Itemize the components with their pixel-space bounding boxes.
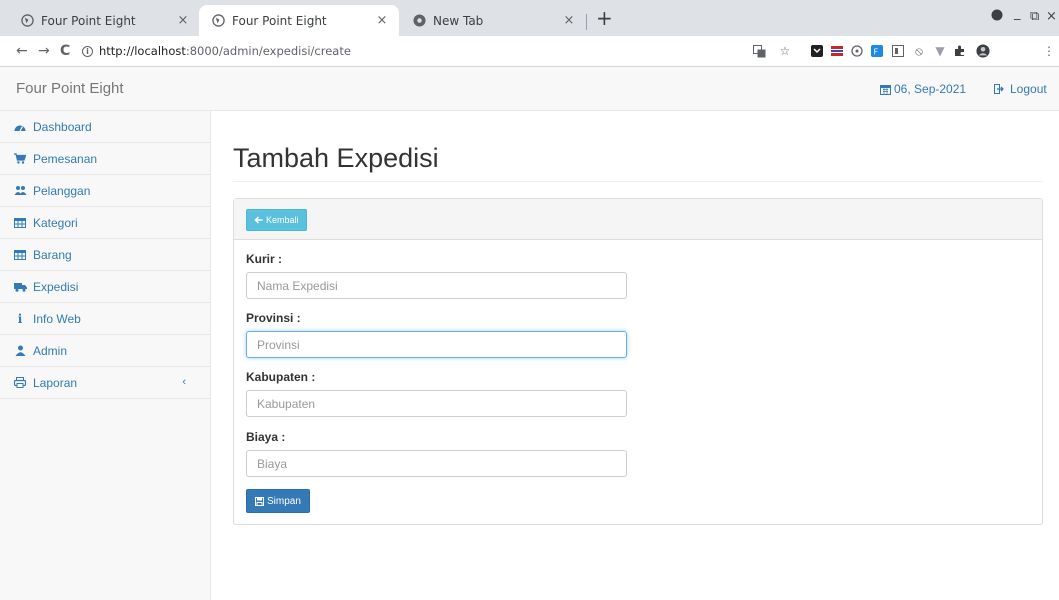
cost-label: Biaya : [246, 430, 286, 444]
calendar-icon [880, 84, 891, 95]
sidebar-item-admin[interactable]: Admin [0, 335, 210, 367]
sidebar-item-label: Pelanggan [33, 183, 91, 198]
close-window-button[interactable]: × [1046, 9, 1057, 24]
page-title: Tambah Expedisi [233, 143, 439, 173]
dashboard-icon [13, 122, 27, 132]
floppy-disk-icon [255, 496, 264, 506]
globe-icon [211, 14, 225, 28]
puzzle-extensions-icon[interactable] [953, 44, 967, 58]
arrow-left-icon [254, 216, 263, 224]
profile-icon[interactable] [991, 9, 1003, 25]
sidebar-item-label: Kategori [33, 215, 78, 230]
extension-icon[interactable] [850, 44, 864, 58]
menu-kebab-icon[interactable]: ⋮ [1042, 44, 1056, 58]
extension-icon[interactable]: F [870, 44, 884, 58]
province-input[interactable] [246, 331, 627, 358]
bookmark-star-icon[interactable]: ☆ [778, 44, 792, 58]
user-icon [13, 345, 27, 356]
sidebar-item-info-web[interactable]: i Info Web [0, 303, 210, 335]
main-content: Tambah Expedisi Kembali Kurir : Provinsi… [211, 111, 1059, 600]
table-icon [13, 249, 27, 260]
truck-icon [13, 282, 27, 292]
vue-devtools-icon[interactable]: ▼ [933, 44, 947, 58]
logout-link[interactable]: Logout [994, 82, 1047, 96]
sign-out-icon [994, 84, 1005, 94]
browser-tab-strip: Four Point Eight × Four Point Eight × Ne… [0, 0, 1059, 36]
regency-input[interactable] [246, 390, 627, 417]
print-icon [13, 377, 27, 388]
pocket-extension-icon[interactable] [810, 44, 824, 58]
sidebar-item-kategori[interactable]: Kategori [0, 207, 210, 239]
users-icon [13, 185, 27, 196]
sidebar-item-expedisi[interactable]: Expedisi [0, 271, 210, 303]
url-host: http://localhost [99, 44, 186, 58]
date-display: 06, Sep-2021 [880, 82, 966, 96]
back-button[interactable]: ← [16, 43, 28, 59]
site-info-icon[interactable]: i [82, 45, 93, 57]
back-button-label: Kembali [266, 215, 299, 225]
extension-icon[interactable] [830, 44, 844, 58]
chevron-left-icon[interactable]: ‹ [182, 376, 186, 388]
back-button[interactable]: Kembali [246, 209, 307, 231]
forward-button[interactable]: → [38, 43, 50, 59]
courier-input[interactable] [246, 272, 627, 299]
info-icon: i [17, 311, 23, 326]
sidebar-item-label: Laporan [33, 375, 78, 390]
logout-label: Logout [1010, 82, 1047, 96]
sidebar: Dashboard Pemesanan Pelanggan Kategori B… [0, 111, 211, 600]
form-panel: Kembali Kurir : Provinsi : Kabupaten : B… [233, 198, 1043, 525]
globe-icon [20, 14, 34, 28]
cost-input[interactable] [246, 450, 627, 477]
extension-icon[interactable] [891, 44, 905, 58]
save-button[interactable]: Simpan [246, 489, 310, 513]
app-navbar: Four Point Eight 06, Sep-2021 Logout [0, 67, 1059, 111]
sidebar-item-laporan[interactable]: Laporan ‹ [0, 367, 210, 399]
sidebar-item-pelanggan[interactable]: Pelanggan [0, 175, 210, 207]
sidebar-item-label: Info Web [33, 311, 81, 326]
courier-label: Kurir : [246, 252, 282, 266]
sidebar-item-label: Expedisi [33, 279, 79, 294]
translate-icon[interactable] [752, 44, 766, 58]
regency-label: Kabupaten : [246, 370, 316, 384]
minimize-button[interactable]: _ [1014, 6, 1021, 21]
tab-title: Four Point Eight [232, 13, 327, 28]
save-button-label: Simpan [267, 495, 301, 507]
extension-icon[interactable]: ⦸ [912, 44, 926, 58]
panel-heading: Kembali [234, 199, 1042, 240]
browser-tab-active[interactable]: Four Point Eight × [199, 5, 399, 36]
sidebar-item-label: Barang [33, 247, 72, 262]
tab-close-icon[interactable]: × [176, 13, 190, 28]
restore-button[interactable]: ⧉ [1030, 9, 1039, 24]
sidebar-item-pemesanan[interactable]: Pemesanan [0, 143, 210, 175]
url-path: :8000/admin/expedisi/create [185, 44, 351, 58]
brand-title[interactable]: Four Point Eight [16, 80, 124, 97]
sidebar-item-barang[interactable]: Barang [0, 239, 210, 271]
tab-close-icon[interactable]: × [375, 13, 389, 28]
browser-tab[interactable]: Four Point Eight × [8, 5, 200, 36]
sidebar-item-label: Dashboard [33, 119, 92, 134]
tab-title: Four Point Eight [41, 13, 136, 28]
sidebar-item-label: Admin [33, 343, 68, 358]
browser-tab[interactable]: New Tab × [400, 5, 586, 36]
province-label: Provinsi : [246, 311, 301, 325]
address-toolbar: ← → C i http://localhost:8000/admin/expe… [0, 36, 1059, 67]
new-tab-button[interactable]: + [596, 8, 613, 28]
reload-button[interactable]: C [60, 43, 70, 59]
tab-title: New Tab [433, 13, 484, 28]
title-divider [233, 181, 1043, 182]
svg-text:F: F [874, 48, 879, 57]
chrome-icon [412, 14, 426, 28]
cart-icon [13, 153, 27, 164]
url-field[interactable]: i http://localhost:8000/admin/expedisi/c… [82, 44, 351, 58]
table-icon [13, 217, 27, 228]
tab-close-icon[interactable]: × [562, 13, 576, 28]
sidebar-item-label: Pemesanan [33, 151, 98, 166]
sidebar-item-dashboard[interactable]: Dashboard [0, 111, 210, 143]
current-date: 06, Sep-2021 [894, 82, 967, 96]
avatar[interactable] [976, 44, 990, 58]
tab-separator [586, 14, 587, 30]
